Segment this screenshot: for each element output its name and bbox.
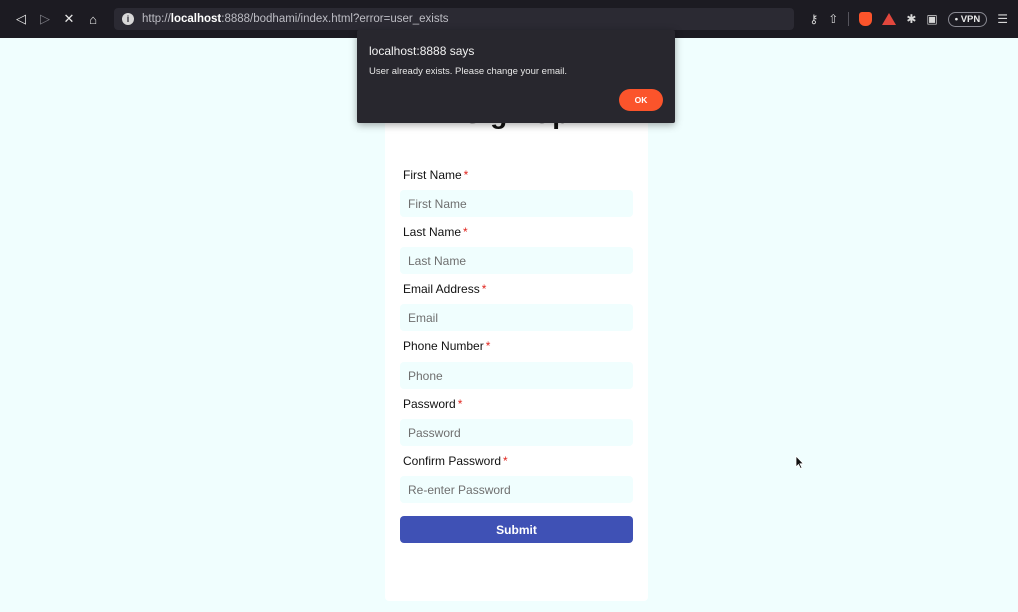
- email-label-text: Email Address: [403, 282, 480, 296]
- required-mark: *: [481, 282, 487, 296]
- password-label: Password *: [403, 397, 462, 411]
- confirm-password-label: Confirm Password *: [403, 454, 508, 468]
- signup-card: Sign Up First Name* Last Name* Email Add…: [385, 56, 648, 601]
- phone-input[interactable]: [400, 362, 633, 389]
- first-name-label: First Name *: [403, 168, 468, 182]
- alert-dialog: localhost:8888 says User already exists.…: [357, 30, 675, 123]
- required-mark: *: [485, 339, 491, 353]
- first-name-label-text: First Name: [403, 168, 462, 182]
- confirm-password-label-text: Confirm Password: [403, 454, 502, 468]
- last-name-label: Last Name *: [403, 225, 468, 239]
- forward-icon[interactable]: ▷: [34, 8, 56, 30]
- email-label: Email Address *: [403, 282, 486, 296]
- address-bar[interactable]: i http://localhost:8888/bodhami/index.ht…: [114, 8, 794, 30]
- mouse-cursor-icon: [795, 455, 805, 469]
- extensions-icon[interactable]: ✱: [906, 12, 916, 26]
- required-mark: *: [463, 168, 469, 182]
- brave-shields-icon[interactable]: [859, 12, 873, 26]
- back-icon[interactable]: ◁: [10, 8, 32, 30]
- password-label-text: Password: [403, 397, 456, 411]
- submit-button[interactable]: Submit: [400, 516, 633, 543]
- url-prefix: http://: [142, 13, 171, 25]
- url-rest: :8888/bodhami/index.html?error=user_exis…: [221, 13, 449, 25]
- share-icon[interactable]: ⇧: [828, 12, 838, 26]
- required-mark: *: [463, 225, 468, 239]
- site-info-icon[interactable]: i: [122, 13, 134, 25]
- password-input[interactable]: [400, 419, 633, 446]
- vpn-button[interactable]: • VPN: [947, 11, 988, 27]
- required-mark: *: [457, 397, 463, 411]
- first-name-input[interactable]: [400, 190, 633, 217]
- last-name-input[interactable]: [400, 247, 633, 274]
- dialog-message: User already exists. Please change your …: [369, 66, 568, 77]
- email-input[interactable]: [400, 304, 633, 331]
- brave-rewards-icon[interactable]: [882, 13, 897, 25]
- last-name-label-text: Last Name: [403, 225, 462, 239]
- toolbar-divider: [848, 12, 850, 26]
- stop-icon[interactable]: ✕: [58, 8, 80, 30]
- url-host: localhost: [170, 13, 222, 25]
- phone-label: Phone Number *: [403, 339, 490, 353]
- dialog-ok-button[interactable]: OK: [619, 89, 663, 111]
- menu-icon[interactable]: ☰: [997, 12, 1008, 26]
- dialog-origin: localhost:8888 says: [369, 44, 475, 58]
- wallet-icon[interactable]: ▣: [926, 12, 937, 26]
- required-mark: *: [503, 454, 508, 468]
- phone-label-text: Phone Number: [403, 339, 484, 353]
- home-icon[interactable]: ⌂: [82, 8, 104, 30]
- confirm-password-input[interactable]: [400, 476, 633, 503]
- key-icon[interactable]: ⚷: [809, 12, 818, 26]
